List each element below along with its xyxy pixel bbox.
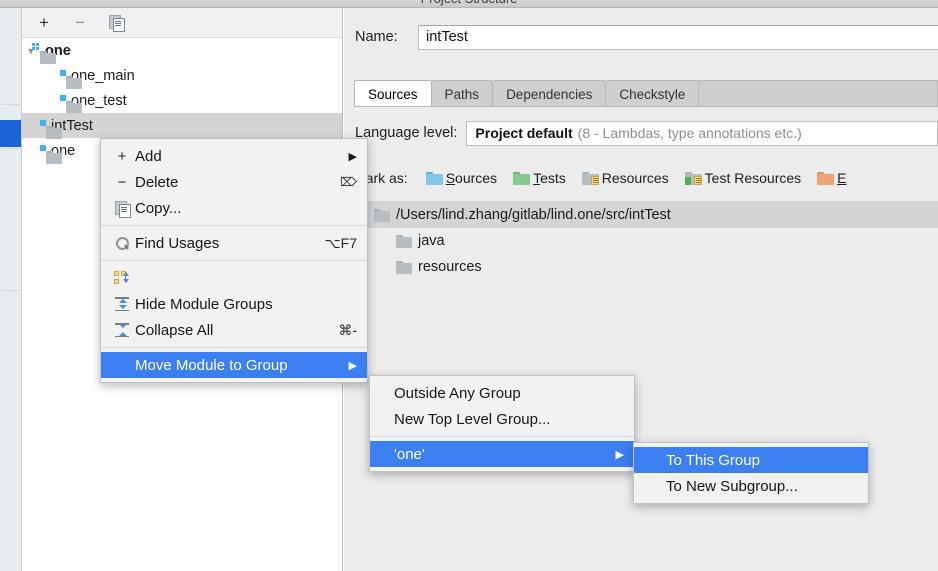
menu-item-label: Outside Any Group (394, 384, 521, 402)
menu-item-expand-all[interactable]: Hide Module Groups (101, 291, 367, 317)
folder-icon (396, 234, 412, 248)
tab-dependencies[interactable]: Dependencies (493, 80, 607, 107)
modules-toolbar: + − (22, 8, 342, 38)
module-name-row: Name: intTest (344, 22, 938, 52)
menu-item-find-usages[interactable]: Find Usages ⌥F7 (101, 230, 367, 256)
menu-separator (101, 260, 367, 261)
chevron-right-icon: ▶ (348, 359, 357, 372)
menu-item-label: Add (135, 147, 162, 165)
menu-item-label: 'one' (394, 445, 425, 463)
language-level-label: Language level: (355, 125, 458, 141)
mark-as-sources-button[interactable]: Sources (425, 170, 497, 186)
menu-item-shortcut: ⌘- (338, 321, 357, 338)
window-titlebar: Project Structure (0, 0, 938, 8)
menu-item-outside-any-group[interactable]: Outside Any Group (370, 380, 634, 406)
expand-all-icon (109, 297, 135, 311)
find-icon (109, 236, 135, 251)
menu-item-label: Find Usages (135, 234, 220, 252)
copy-module-button[interactable] (104, 12, 128, 34)
tree-row-selected[interactable]: intTest (22, 113, 342, 138)
move-to-group-submenu: Outside Any Group New Top Level Group...… (369, 375, 635, 472)
mark-as-row: Mark as: Sources Tests Resources Test Re… (354, 165, 938, 191)
side-rail-selected-item[interactable] (0, 120, 21, 147)
menu-item-label: Collapse All (135, 321, 214, 339)
tab-checkstyle[interactable]: Checkstyle (606, 80, 700, 107)
tabstrip-filler (699, 80, 938, 107)
add-module-button[interactable]: + (32, 12, 56, 34)
copy-icon (108, 15, 125, 32)
content-root-row-selected[interactable]: /Users/lind.zhang/gitlab/lind.one/src/in… (354, 202, 938, 228)
tab-paths[interactable]: Paths (431, 80, 494, 107)
tab-sources[interactable]: Sources (354, 80, 432, 107)
menu-item-move-module-to-group[interactable]: Move Module to Group ▶ (101, 352, 367, 378)
mark-as-tests-button[interactable]: Tests (513, 170, 566, 186)
content-root-child-label: resources (418, 259, 482, 275)
menu-item-label: New Top Level Group... (394, 410, 551, 428)
group-target-submenu: To This Group To New Subgroup... (633, 442, 869, 504)
mark-as-test-resources-button[interactable]: Test Resources (684, 170, 802, 186)
test-resources-folder-icon (684, 171, 702, 185)
mark-as-test-resources-label: Test Resources (704, 170, 802, 186)
menu-item-label: Hide Module Groups (135, 295, 273, 313)
menu-item-label: Delete (135, 173, 179, 191)
content-root-child-label: java (418, 233, 445, 249)
chevron-right-icon: ▶ (615, 448, 624, 461)
menu-item-to-this-group[interactable]: To This Group (634, 447, 868, 473)
menu-separator (101, 347, 367, 348)
menu-item-shortcut: ⌥F7 (324, 234, 357, 251)
language-level-value: Project default (475, 125, 573, 141)
content-root-child-row[interactable]: java (354, 228, 938, 254)
module-context-menu: + Add ▶ − Delete ⌦ Copy... Find Usages ⌥… (100, 138, 368, 383)
tree-row[interactable]: one_test (22, 88, 342, 113)
module-name-label: Name: (355, 29, 398, 45)
menu-item-group-one[interactable]: 'one' ▶ (370, 441, 634, 467)
minus-icon: − (117, 173, 127, 191)
menu-item-shortcut: ⌦ (340, 175, 357, 189)
language-level-combobox[interactable]: Project default (8 - Lambdas, type annot… (466, 120, 938, 146)
dialog-side-rail[interactable] (0, 8, 22, 571)
language-level-row: Language level: Project default (8 - Lam… (354, 120, 938, 146)
menu-item-collapse-all[interactable]: Collapse All ⌘- (101, 317, 367, 343)
content-root-child-row[interactable]: resources (354, 254, 938, 280)
menu-item-new-top-level-group[interactable]: New Top Level Group... (370, 406, 634, 432)
menu-item-label: To This Group (666, 451, 760, 469)
hide-module-groups-icon (109, 271, 135, 285)
menu-item-label: Move Module to Group (135, 356, 288, 374)
mark-as-excluded-button[interactable]: E (817, 170, 847, 186)
menu-item-hide-module-groups[interactable] (101, 265, 367, 291)
window-title: Project Structure (0, 0, 938, 6)
mark-as-resources-label: Resources (601, 170, 669, 186)
remove-module-button[interactable]: − (68, 12, 92, 34)
menu-item-label: To New Subgroup... (666, 477, 798, 495)
project-structure-dialog: Project Structure + − ▼ one (0, 0, 938, 571)
folder-icon (396, 260, 412, 274)
module-tabs: Sources Paths Dependencies Checkstyle (354, 78, 938, 107)
menu-item-copy[interactable]: Copy... (101, 195, 367, 221)
chevron-right-icon: ▶ (348, 150, 357, 163)
menu-item-delete[interactable]: − Delete ⌦ (101, 169, 367, 195)
sources-folder-icon (425, 171, 443, 185)
menu-item-to-new-subgroup[interactable]: To New Subgroup... (634, 473, 868, 499)
menu-separator (370, 436, 634, 437)
collapse-all-icon (109, 323, 135, 337)
module-name-input[interactable]: intTest (418, 24, 938, 50)
resources-folder-icon (581, 171, 599, 185)
menu-separator (101, 225, 367, 226)
language-level-detail: (8 - Lambdas, type annotations etc.) (577, 125, 802, 141)
copy-icon (109, 200, 135, 218)
mark-as-resources-button[interactable]: Resources (581, 170, 669, 186)
tree-row[interactable]: one_main (22, 63, 342, 88)
mark-as-excluded-label: E (837, 170, 847, 186)
folder-icon (374, 208, 390, 222)
excluded-folder-icon (817, 171, 835, 185)
tree-row[interactable]: ▼ one (22, 38, 342, 63)
menu-item-label: Copy... (135, 199, 182, 217)
plus-icon: + (117, 147, 127, 165)
menu-item-add[interactable]: + Add ▶ (101, 143, 367, 169)
content-root-path: /Users/lind.zhang/gitlab/lind.one/src/in… (396, 207, 671, 223)
tests-folder-icon (513, 171, 531, 185)
content-roots-tree: /Users/lind.zhang/gitlab/lind.one/src/in… (354, 201, 938, 280)
